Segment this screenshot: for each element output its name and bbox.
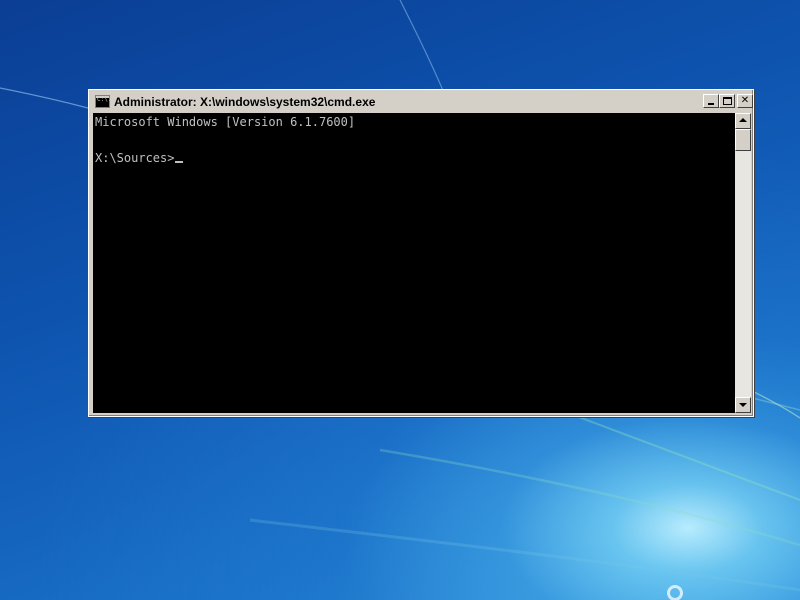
cmd-icon-label: C:\.	[97, 96, 112, 103]
maximize-icon	[723, 97, 732, 105]
maximize-button[interactable]	[719, 94, 735, 108]
console-line-version: Microsoft Windows [Version 6.1.7600]	[95, 115, 356, 129]
cmd-icon[interactable]: C:\.	[95, 95, 112, 108]
scroll-up-button[interactable]	[735, 113, 751, 129]
scroll-down-button[interactable]	[735, 397, 751, 413]
console-prompt-line[interactable]: X:\Sources>	[95, 149, 733, 167]
text-cursor	[175, 161, 184, 163]
window-title: Administrator: X:\windows\system32\cmd.e…	[114, 95, 376, 109]
close-icon: ✕	[740, 95, 750, 106]
title-bar[interactable]: C:\. Administrator: X:\windows\system32\…	[92, 93, 753, 111]
scroll-thumb[interactable]	[735, 129, 751, 151]
busy-cursor-icon	[667, 585, 683, 600]
cmd-window[interactable]: C:\. Administrator: X:\windows\system32\…	[88, 89, 754, 417]
minimize-icon	[708, 103, 714, 105]
close-button[interactable]: ✕	[737, 94, 753, 108]
vertical-scrollbar[interactable]	[735, 113, 751, 413]
console-output[interactable]: Microsoft Windows [Version 6.1.7600] X:\…	[93, 113, 735, 413]
console-prompt: X:\Sources>	[95, 151, 175, 165]
minimize-button[interactable]	[703, 94, 719, 108]
